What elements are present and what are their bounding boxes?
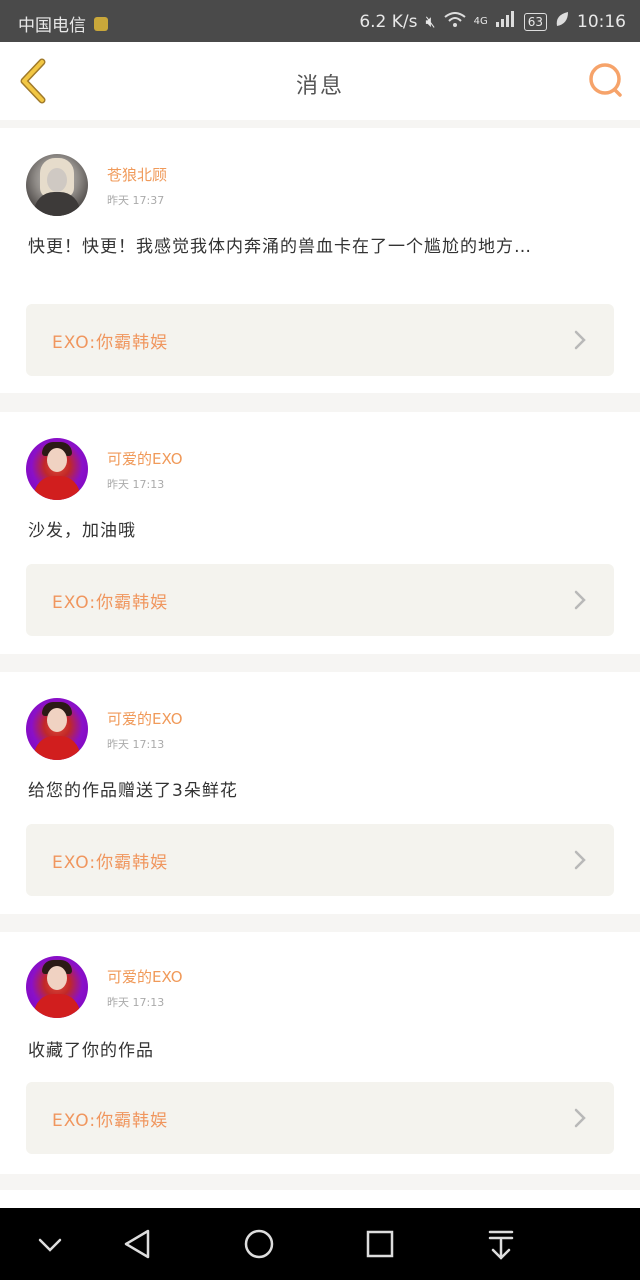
work-title: EXO:你霸韩娱 <box>52 593 169 613</box>
username[interactable]: 可爱的EXO <box>107 448 183 469</box>
avatar-body <box>34 476 80 500</box>
page-title: 消息 <box>295 74 344 99</box>
message-card[interactable]: 苍狼北顾 昨天 17:37 快更！快更！我感觉我体内奔涌的兽血卡在了一个尴尬的地… <box>0 128 640 393</box>
clock: 10:16 <box>577 11 626 32</box>
work-link[interactable]: EXO:你霸韩娱 <box>26 1082 614 1154</box>
timestamp: 昨天 17:13 <box>107 996 165 1009</box>
avatar-body <box>34 192 80 216</box>
status-right: 6.2 K/s 🔇︎ 4G 63 10:16 <box>359 11 626 32</box>
chevron-right-icon <box>574 850 586 870</box>
avatar[interactable] <box>26 956 88 1018</box>
timestamp: 昨天 17:37 <box>107 194 165 207</box>
username[interactable]: 苍狼北顾 <box>107 164 167 185</box>
avatar[interactable] <box>26 154 88 216</box>
message-card[interactable]: 可爱的EXO 昨天 17:13 给您的作品赠送了3朵鲜花 EXO:你霸韩娱 <box>0 672 640 914</box>
work-link[interactable]: EXO:你霸韩娱 <box>26 564 614 636</box>
avatar-face <box>47 966 67 990</box>
avatar-body <box>34 736 80 760</box>
message-card[interactable]: 可爱的EXO 昨天 17:13 收藏了你的作品 EXO:你霸韩娱 <box>0 932 640 1174</box>
message-card-partial[interactable] <box>0 1190 640 1208</box>
network-type: 4G <box>473 16 488 27</box>
chevron-down-icon[interactable] <box>32 1226 68 1262</box>
message-list[interactable]: 苍狼北顾 昨天 17:37 快更！快更！我感觉我体内奔涌的兽血卡在了一个尴尬的地… <box>0 120 640 1208</box>
signal-icon <box>495 11 516 32</box>
work-title: EXO:你霸韩娱 <box>52 1111 169 1131</box>
avatar-face <box>47 708 67 732</box>
wifi-icon <box>443 11 466 32</box>
message-text: 收藏了你的作品 <box>28 1041 154 1061</box>
message-text: 给您的作品赠送了3朵鲜花 <box>28 781 238 801</box>
chevron-right-icon <box>574 330 586 350</box>
timestamp: 昨天 17:13 <box>107 478 165 491</box>
download-icon[interactable] <box>483 1226 519 1262</box>
carrier-label: 中国电信 <box>18 16 86 36</box>
timestamp: 昨天 17:13 <box>107 738 165 751</box>
message-text: 快更！快更！我感觉我体内奔涌的兽血卡在了一个尴尬的地方… <box>28 237 532 257</box>
mute-icon: 🔇︎ <box>425 11 436 31</box>
work-title: EXO:你霸韩娱 <box>52 333 169 353</box>
work-link[interactable]: EXO:你霸韩娱 <box>26 304 614 376</box>
sim-icon <box>94 16 108 31</box>
app-header: 消息 <box>0 42 640 121</box>
message-text: 沙发，加油哦 <box>28 521 136 541</box>
username[interactable]: 可爱的EXO <box>107 708 183 729</box>
avatar[interactable] <box>26 438 88 500</box>
avatar[interactable] <box>26 698 88 760</box>
system-nav-bar <box>0 1208 640 1280</box>
work-title: EXO:你霸韩娱 <box>52 853 169 873</box>
avatar-face <box>47 448 67 472</box>
recents-square-icon[interactable] <box>362 1226 398 1262</box>
avatar-body <box>34 994 80 1018</box>
avatar-face <box>47 168 67 192</box>
chevron-right-icon <box>574 590 586 610</box>
message-card[interactable]: 可爱的EXO 昨天 17:13 沙发，加油哦 EXO:你霸韩娱 <box>0 412 640 654</box>
username[interactable]: 可爱的EXO <box>107 966 183 987</box>
status-left: 中国电信 <box>18 11 108 36</box>
chevron-right-icon <box>574 1108 586 1128</box>
battery-indicator: 63 <box>523 12 547 31</box>
back-triangle-icon[interactable] <box>120 1226 156 1262</box>
search-button[interactable] <box>586 60 626 100</box>
search-icon <box>589 63 622 97</box>
home-circle-icon[interactable] <box>241 1226 277 1262</box>
work-link[interactable]: EXO:你霸韩娱 <box>26 824 614 896</box>
leaf-icon <box>555 11 569 32</box>
status-bar: 中国电信 6.2 K/s 🔇︎ 4G 63 10:16 <box>0 0 640 42</box>
net-speed: 6.2 K/s <box>359 11 418 32</box>
